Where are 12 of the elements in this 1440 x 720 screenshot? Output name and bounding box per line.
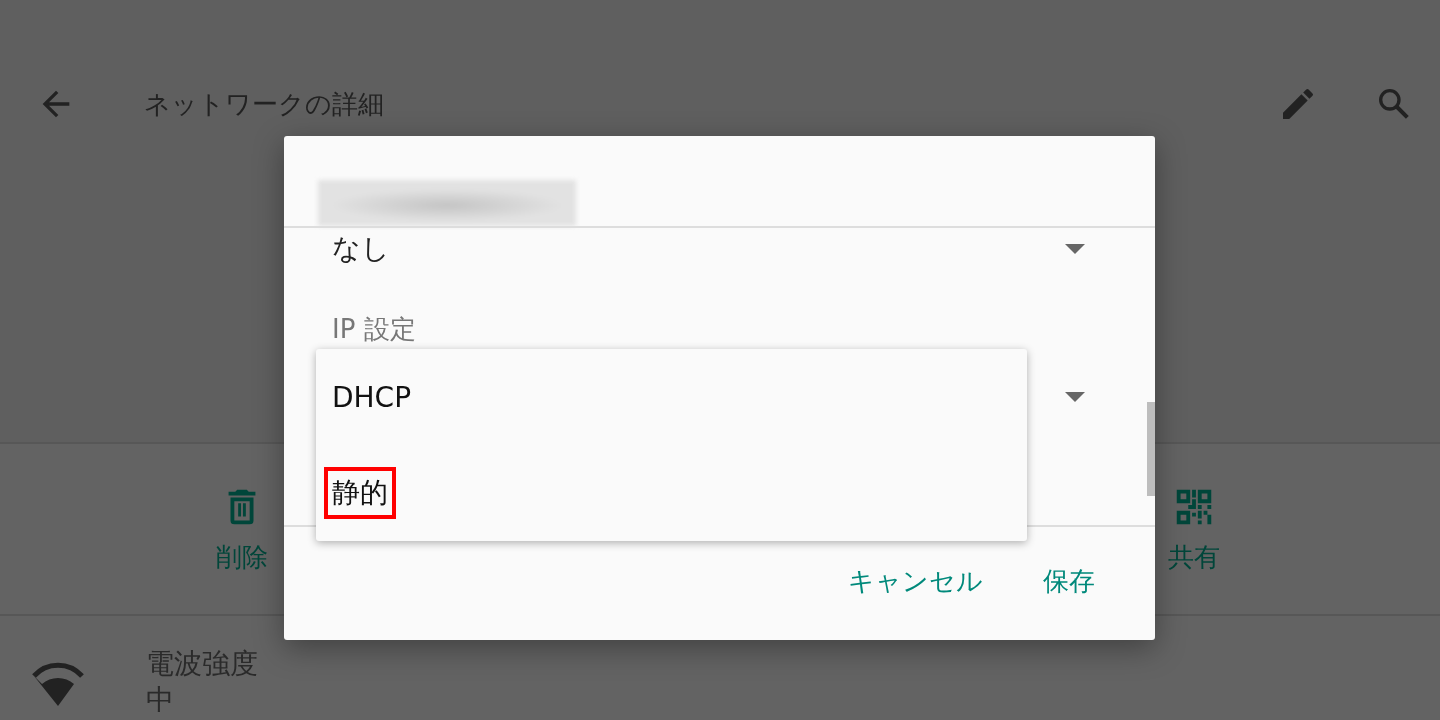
menu-item[interactable]: 静的 <box>324 467 396 519</box>
field-label: IP 設定 <box>332 313 416 346</box>
dropdown-value[interactable]: なし <box>332 230 390 268</box>
scrollbar[interactable] <box>1147 402 1155 496</box>
menu-item[interactable]: DHCP <box>324 373 420 421</box>
detail-value: 中 <box>146 682 175 718</box>
dropdown-arrow-icon[interactable] <box>1065 244 1085 254</box>
dialog-button[interactable]: 保存 <box>1043 564 1095 599</box>
screen-title: ネットワークの詳細 <box>144 88 384 121</box>
dropdown-arrow-icon[interactable] <box>1065 392 1085 402</box>
dialog-button[interactable]: キャンセル <box>848 564 983 599</box>
detail-title: 電波強度 <box>146 646 258 682</box>
